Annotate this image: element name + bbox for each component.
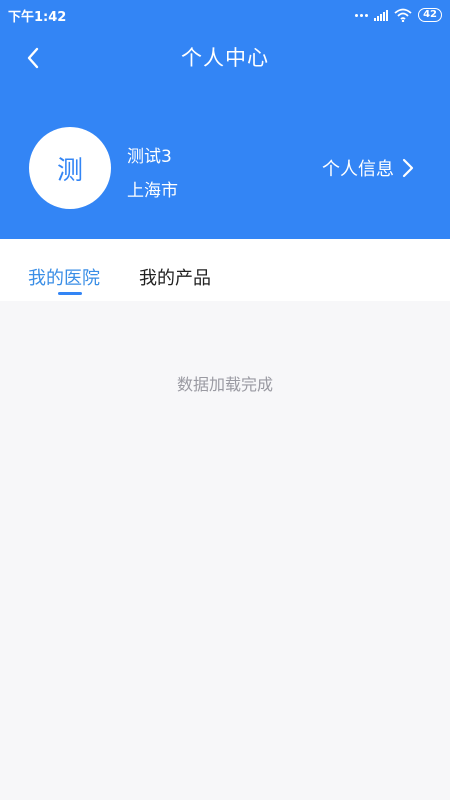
battery-icon: 42 (418, 8, 442, 22)
user-name: 测试3 (127, 147, 172, 167)
status-bar: 下午1:42 42 (0, 0, 450, 30)
personal-info-link[interactable]: 个人信息 (322, 155, 414, 181)
active-tab-indicator (58, 292, 82, 295)
page-title: 个人中心 (181, 46, 269, 70)
tab-my-products[interactable]: 我的产品 (139, 264, 211, 290)
user-city: 上海市 (127, 181, 178, 201)
load-status-message: 数据加载完成 (176, 375, 273, 394)
status-time: 下午1:42 (8, 10, 67, 25)
chevron-right-icon (402, 158, 414, 178)
more-dots-icon (355, 13, 369, 17)
battery-level: 42 (423, 9, 437, 20)
header: 下午1:42 42 个人中心 测 测试3 上海市 个人信息 (0, 0, 450, 239)
avatar: 测 (29, 127, 111, 209)
status-icons: 42 (355, 6, 442, 24)
avatar-initial: 测 (56, 155, 83, 186)
signal-icon (374, 9, 389, 21)
personal-info-label: 个人信息 (322, 159, 394, 180)
wifi-icon (394, 8, 412, 22)
content-area: 数据加载完成 (0, 301, 450, 800)
tab-my-hospital[interactable]: 我的医院 (28, 264, 100, 290)
